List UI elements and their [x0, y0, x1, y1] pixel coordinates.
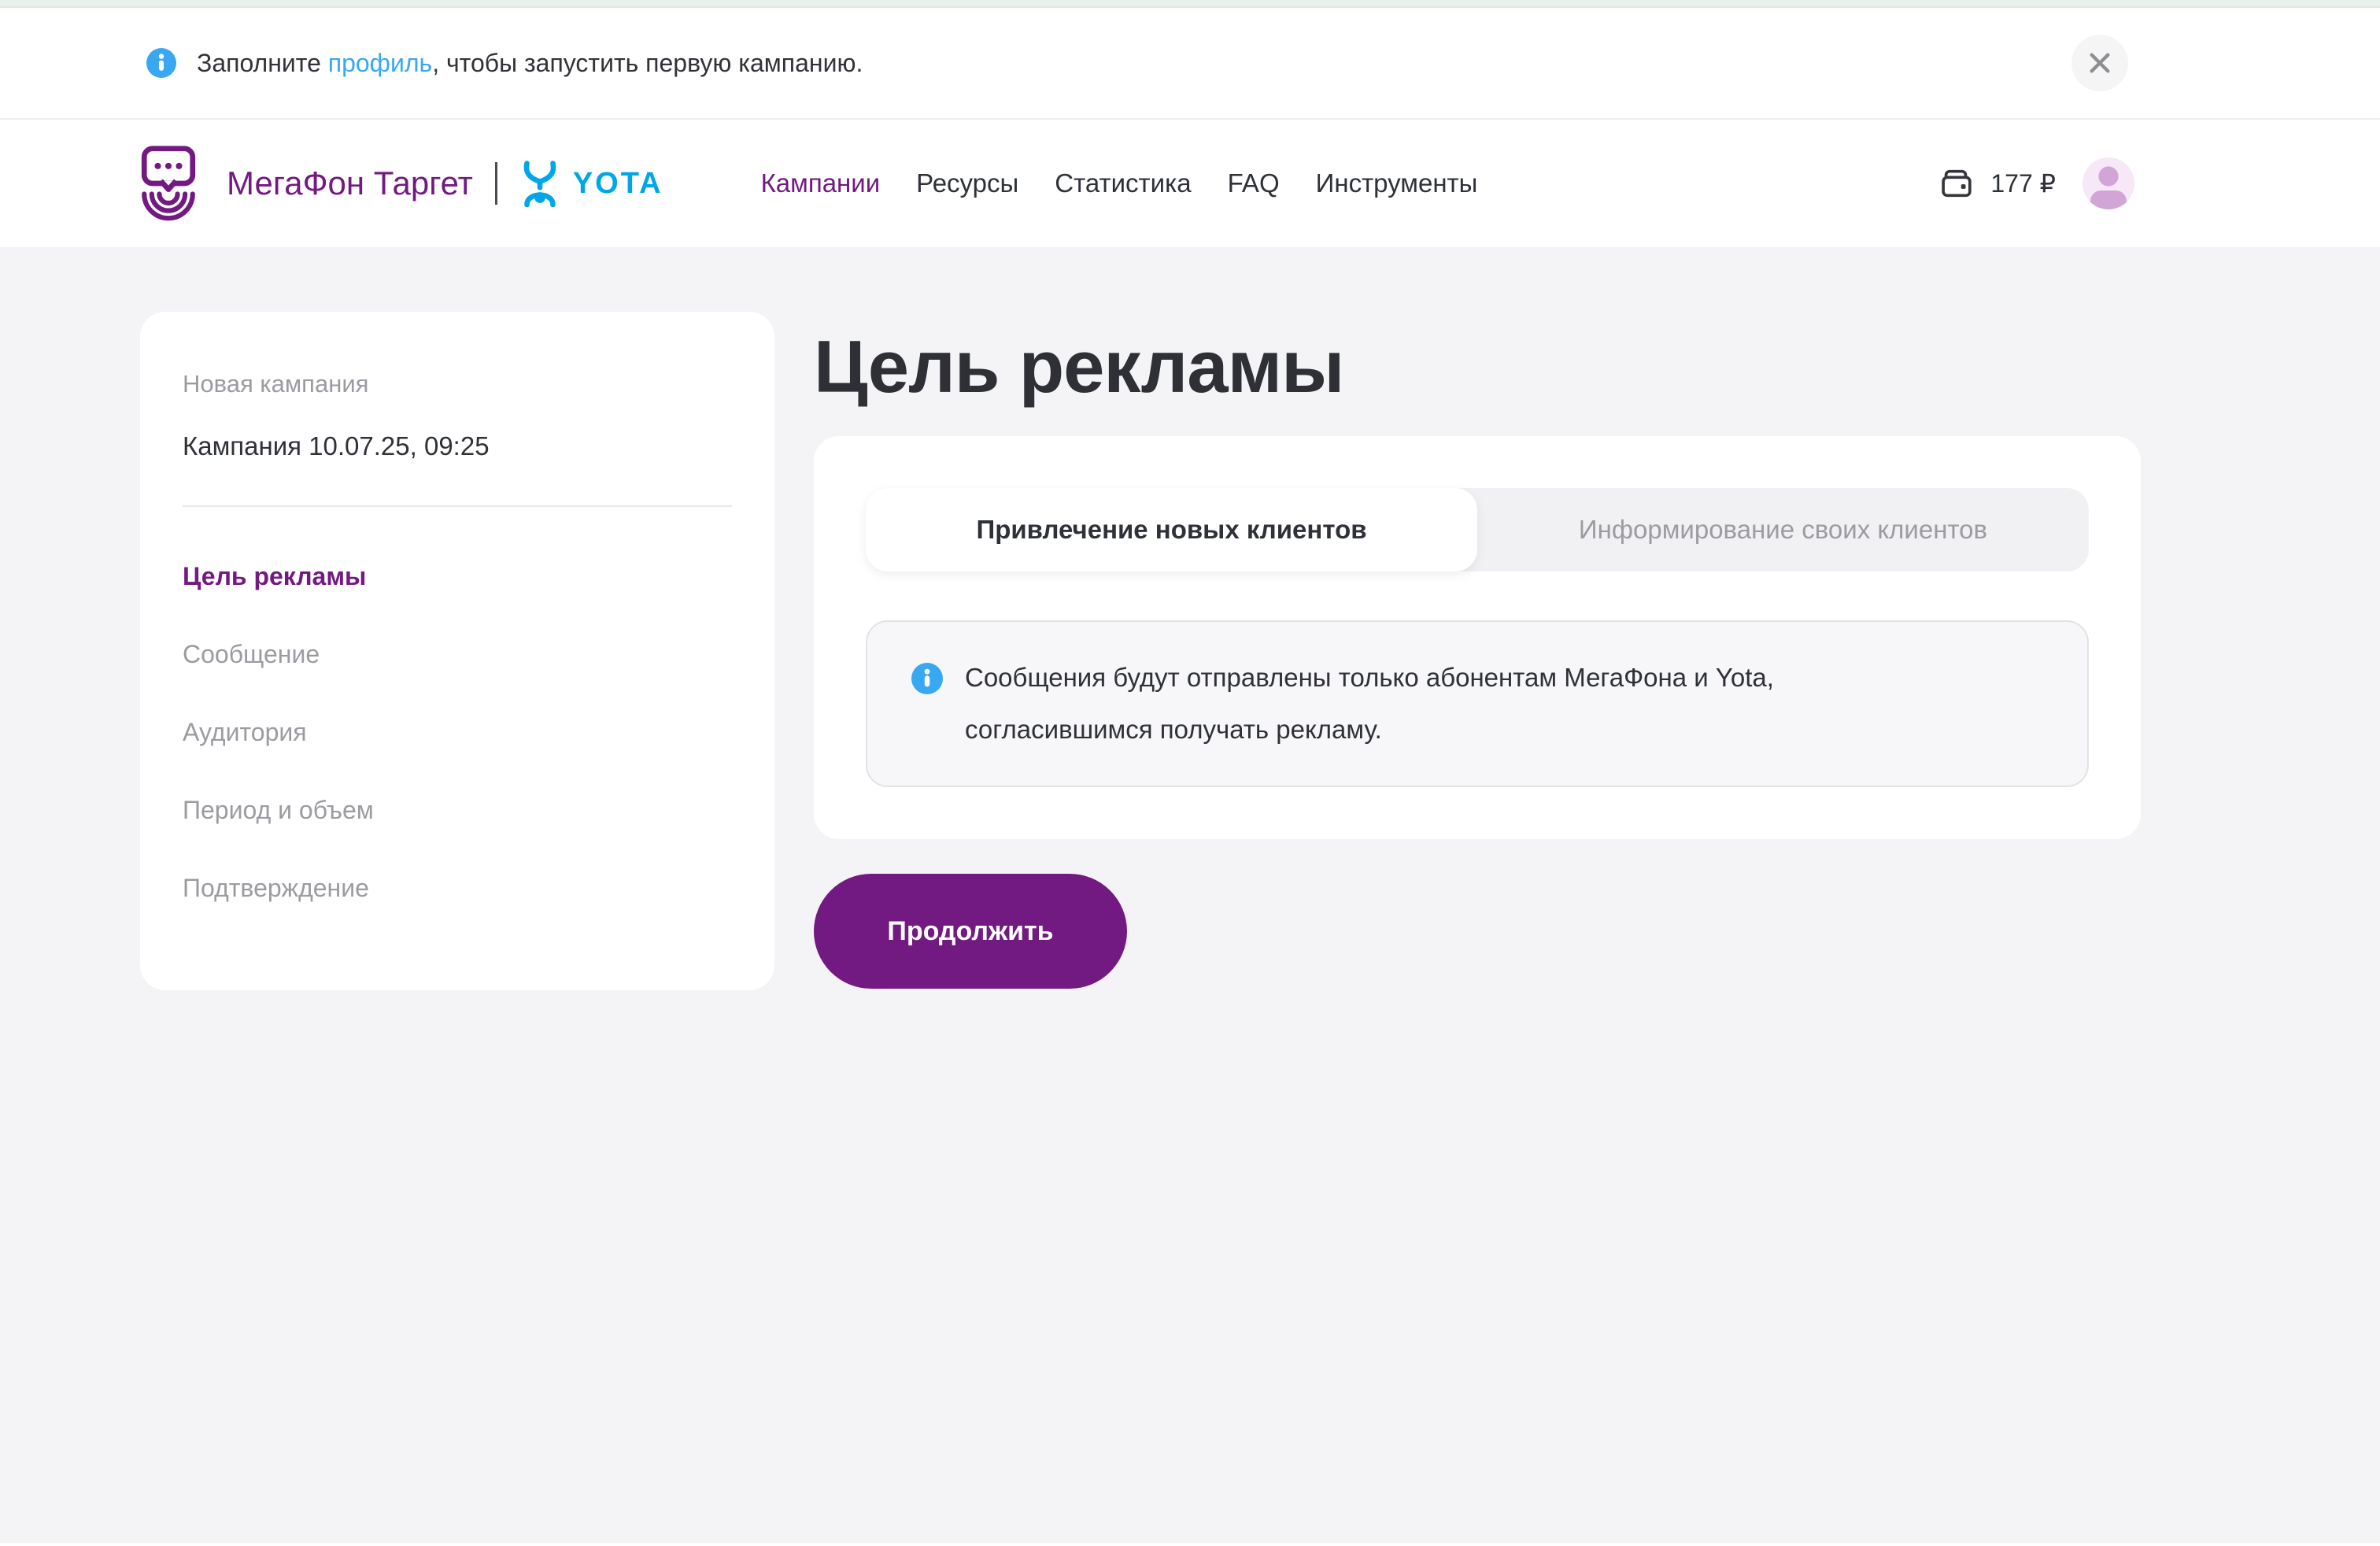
- campaign-type-label: Новая кампания: [183, 370, 732, 398]
- yota-logo-icon: [519, 160, 560, 207]
- info-text: Сообщения будут отправлены только абонен…: [965, 652, 1894, 756]
- logo-separator: [495, 162, 497, 205]
- main-nav: Кампании Ресурсы Статистика FAQ Инструме…: [761, 168, 1478, 198]
- avatar[interactable]: [2082, 157, 2134, 209]
- step-message[interactable]: Сообщение: [183, 640, 732, 669]
- sidebar-divider: [183, 505, 732, 507]
- balance-amount[interactable]: 177 ₽: [1990, 168, 2056, 198]
- campaign-steps: Цель рекламы Сообщение Аудитория Период …: [183, 562, 732, 903]
- banner-text-prefix: Заполните: [197, 49, 328, 77]
- goal-tabs: Привлечение новых клиентов Информировани…: [866, 488, 2089, 571]
- info-icon: [911, 663, 943, 694]
- header: МегаФон Таргет YOTA Кампании Ресурсы Ста…: [0, 120, 2380, 247]
- nav-item-faq[interactable]: FAQ: [1228, 168, 1280, 198]
- step-audience[interactable]: Аудитория: [183, 718, 732, 747]
- content-area: Новая кампания Кампания 10.07.25, 09:25 …: [0, 247, 2380, 1543]
- banner-text-suffix: , чтобы запустить первую кампанию.: [432, 49, 863, 77]
- step-confirmation[interactable]: Подтверждение: [183, 874, 732, 903]
- campaign-name: Кампания 10.07.25, 09:25: [183, 431, 732, 461]
- top-strip: [0, 0, 2380, 8]
- banner-close-button[interactable]: [2071, 35, 2128, 91]
- user-icon: [2082, 157, 2134, 209]
- step-period-volume[interactable]: Период и объем: [183, 796, 732, 825]
- megafon-logo-icon: [129, 144, 208, 223]
- campaign-sidebar: Новая кампания Кампания 10.07.25, 09:25 …: [140, 312, 774, 990]
- main-column: Цель рекламы Привлечение новых клиентов …: [814, 312, 2141, 989]
- page-title: Цель рекламы: [814, 324, 2141, 409]
- goal-card: Привлечение новых клиентов Информировани…: [814, 436, 2141, 839]
- nav-item-resources[interactable]: Ресурсы: [916, 168, 1018, 198]
- megafon-target-logo[interactable]: МегаФон Таргет: [129, 144, 473, 223]
- nav-item-statistics[interactable]: Статистика: [1055, 168, 1191, 198]
- yota-label: YOTA: [573, 167, 663, 201]
- tab-new-clients[interactable]: Привлечение новых клиентов: [866, 488, 1477, 571]
- step-goal[interactable]: Цель рекламы: [183, 562, 732, 591]
- continue-button[interactable]: Продолжить: [814, 874, 1127, 989]
- profile-link[interactable]: профиль: [328, 49, 432, 77]
- nav-item-tools[interactable]: Инструменты: [1316, 168, 1478, 198]
- nav-item-campaigns[interactable]: Кампании: [761, 168, 881, 198]
- notification-banner: Заполните профиль, чтобы запустить перву…: [0, 8, 2380, 120]
- megafon-target-label: МегаФон Таргет: [227, 165, 473, 202]
- banner-text: Заполните профиль, чтобы запустить перву…: [197, 49, 863, 78]
- header-right: 177 ₽: [1938, 157, 2134, 209]
- info-box: Сообщения будут отправлены только абонен…: [866, 620, 2089, 787]
- tab-own-clients[interactable]: Информирование своих клиентов: [1477, 488, 2089, 571]
- yota-logo[interactable]: YOTA: [519, 160, 663, 207]
- page: Заполните профиль, чтобы запустить перву…: [0, 0, 2380, 1546]
- close-icon: [2088, 51, 2112, 75]
- wallet-icon[interactable]: [1938, 165, 1975, 202]
- info-icon: [146, 48, 176, 78]
